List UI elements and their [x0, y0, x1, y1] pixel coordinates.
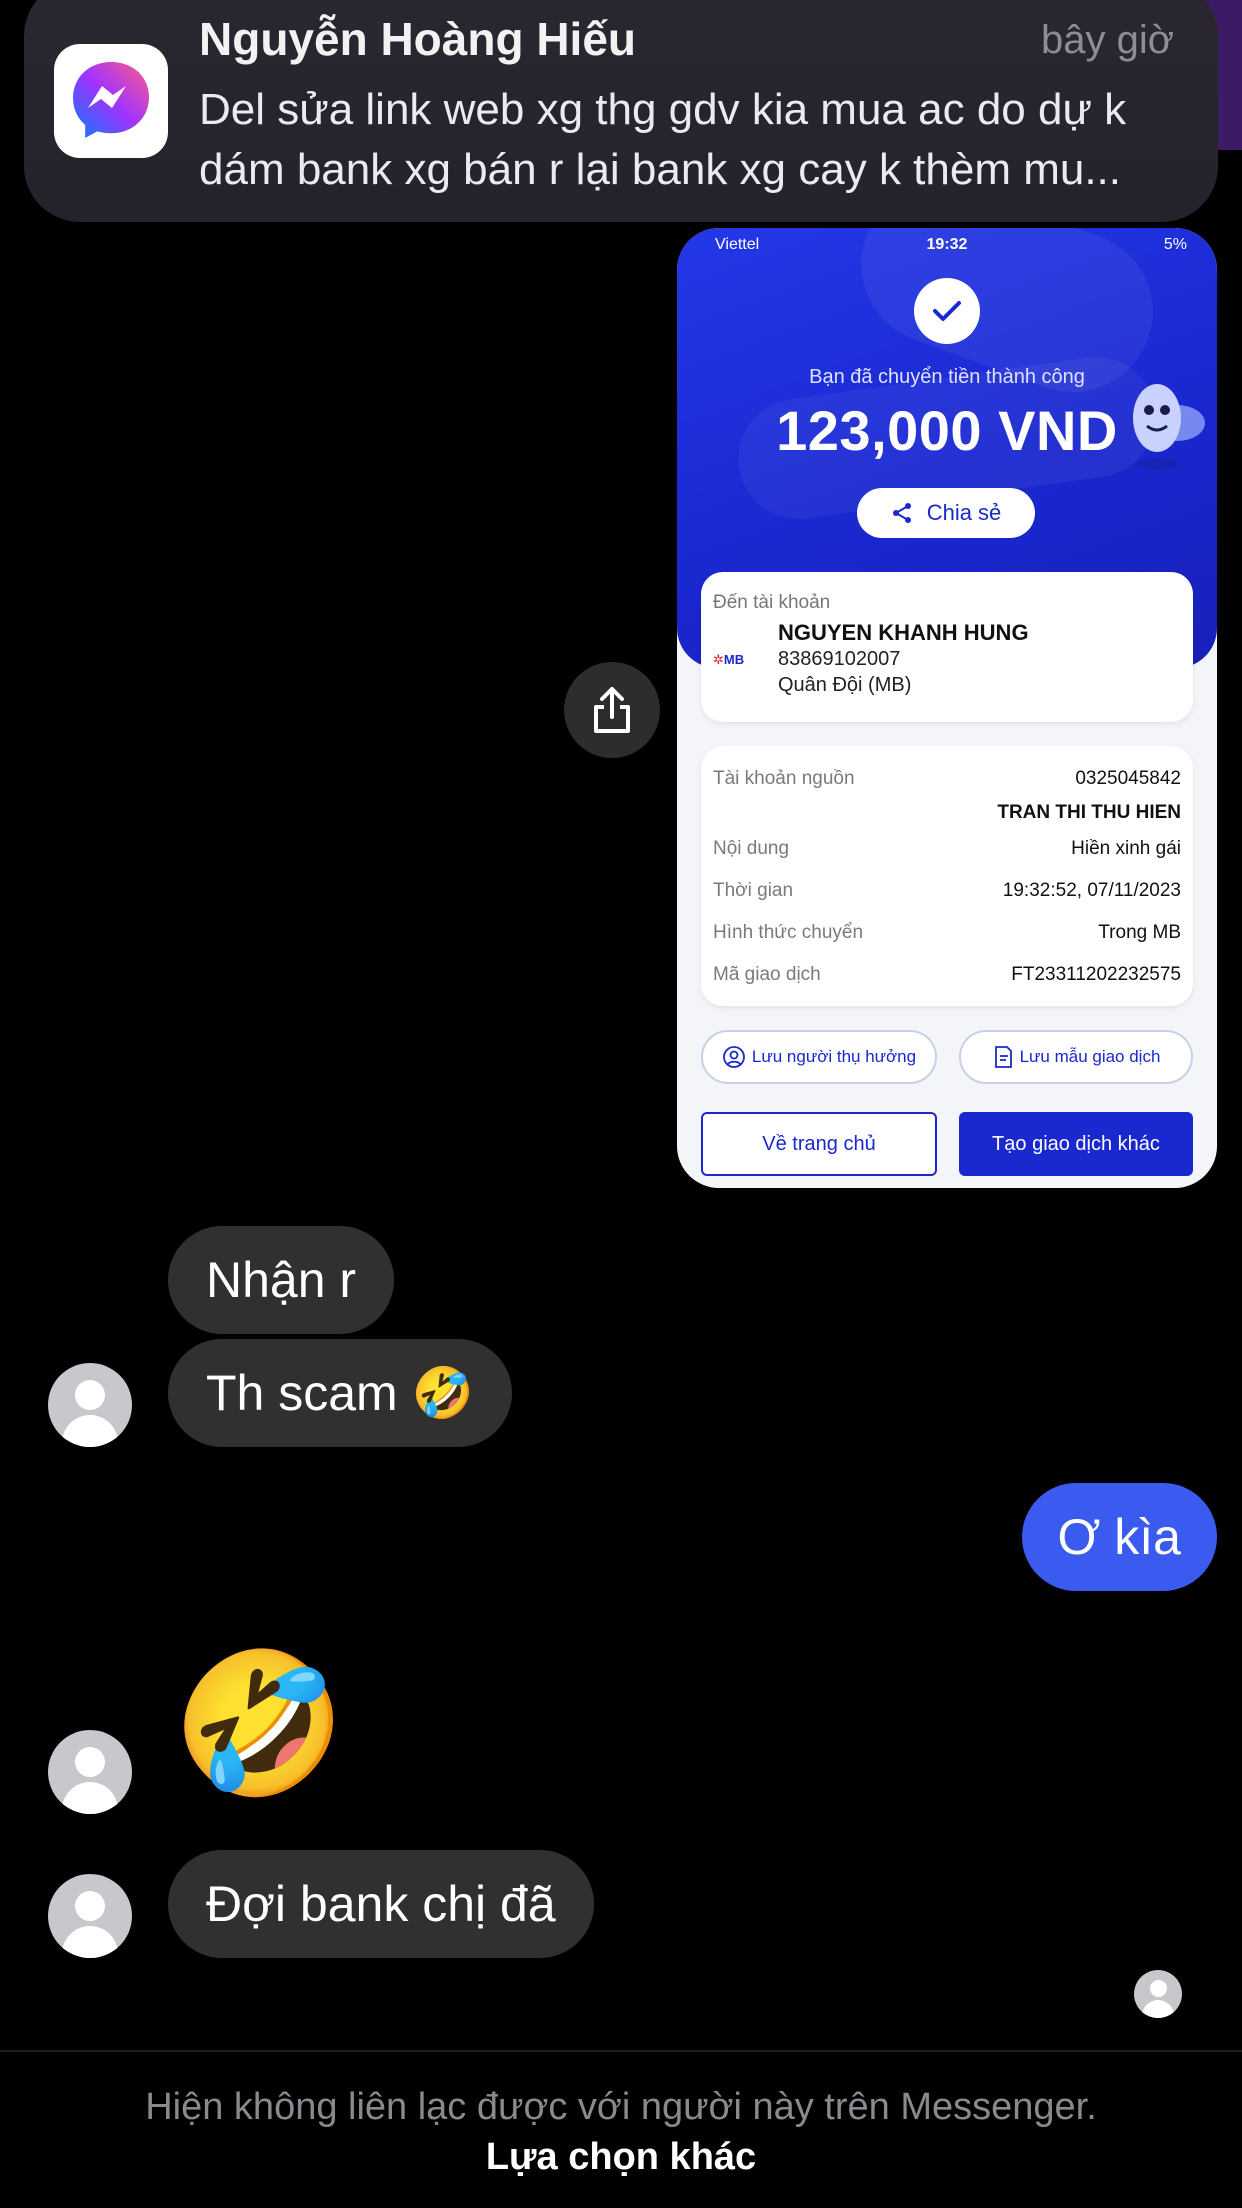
emoji-message-laughing[interactable]: 🤣 — [172, 1644, 346, 1804]
user-icon — [722, 1046, 745, 1068]
shared-photo-receipt[interactable]: Viettel 19:32 5% Bạn đã chuyển tiền thàn… — [677, 228, 1217, 1188]
notification-banner[interactable]: Nguyễn Hoàng Hiếu bây giờ Del sửa link w… — [24, 0, 1218, 222]
avatar[interactable] — [48, 1363, 132, 1447]
notification-message-line: dám bank xg bán r lại bank xg cay k thèm… — [199, 145, 1122, 194]
save-beneficiary-label: Lưu người thụ hưởng — [751, 1047, 917, 1066]
other-options-link[interactable]: Lựa chọn khác — [0, 2136, 1242, 2179]
divider — [0, 2050, 1242, 2052]
mb-bank-logo: ✲MB — [713, 652, 745, 667]
detail-value: Hiền xinh gái — [1071, 838, 1181, 859]
detail-value: Trong MB — [1098, 922, 1181, 943]
detail-value: 0325045842 — [1075, 768, 1181, 789]
message-bubble-incoming[interactable]: Th scam 🤣 — [168, 1339, 512, 1447]
detail-label: Thời gian — [713, 880, 794, 901]
detail-label: Mã giao dịch — [713, 964, 821, 985]
messenger-icon — [54, 44, 168, 158]
bank-logo-text: MB — [723, 652, 745, 667]
home-button[interactable]: Về trang chủ — [701, 1112, 937, 1176]
avatar[interactable] — [48, 1874, 132, 1958]
new-transaction-button[interactable]: Tạo giao dịch khác — [959, 1112, 1193, 1176]
detail-label: Hình thức chuyển — [713, 922, 864, 943]
detail-label: Tài khoản nguồn — [713, 768, 855, 789]
seen-receipt-avatar — [1134, 1970, 1182, 2018]
detail-value: 19:32:52, 07/11/2023 — [1002, 880, 1181, 901]
status-time: 19:32 — [926, 236, 968, 253]
save-beneficiary-button[interactable]: Lưu người thụ hưởng — [701, 1030, 937, 1084]
mascot-icon — [1133, 384, 1205, 470]
notification-sender: Nguyễn Hoàng Hiếu — [199, 13, 637, 65]
recipient-card: Đến tài khoản ✲MB NGUYEN KHANH HUNG 8386… — [701, 572, 1193, 722]
recipient-bank: Quân Đội (MB) — [778, 674, 912, 696]
unavailable-notice: Hiện không liên lạc được với người này t… — [145, 2086, 1097, 2128]
notification-message: Del sửa link web xg thg gdv kia mua ac d… — [199, 80, 1189, 200]
message-bubble-outgoing[interactable]: Ơ kìa — [1021, 1483, 1217, 1591]
forward-button[interactable] — [564, 662, 660, 758]
battery-label: 5% — [1163, 236, 1187, 253]
receipt-status-bar: Viettel 19:32 5% — [677, 232, 1217, 260]
detail-value: FT23311202232575 — [1011, 964, 1181, 985]
avatar[interactable] — [48, 1730, 132, 1814]
share-label: Chia sẻ — [926, 500, 1002, 525]
recipient-account: 83869102007 — [778, 648, 901, 670]
save-template-button[interactable]: Lưu mẫu giao dịch — [959, 1030, 1193, 1084]
message-bubble-incoming[interactable]: Đợi bank chị đã — [168, 1850, 594, 1958]
notification-message-line: Del sửa link web xg thg gdv kia mua ac d… — [199, 85, 1127, 134]
detail-label: Nội dung — [713, 838, 790, 859]
save-template-label: Lưu mẫu giao dịch — [1019, 1047, 1161, 1066]
document-icon — [994, 1046, 1012, 1068]
share-icon — [892, 503, 911, 523]
share-button[interactable]: Chia sẻ — [857, 488, 1035, 538]
to-account-label: Đến tài khoản — [713, 592, 831, 613]
checkmark-icon — [914, 278, 980, 344]
source-account-name: TRAN THI THU HIEN — [997, 802, 1181, 823]
message-bubble-incoming[interactable]: Nhận r — [168, 1226, 395, 1334]
notification-time: bây giờ — [1041, 18, 1174, 62]
share-upload-icon — [594, 687, 630, 733]
recipient-name: NGUYEN KHANH HUNG — [778, 620, 1029, 645]
transaction-details-card: Tài khoản nguồn 0325045842 TRAN THI THU … — [701, 746, 1193, 1006]
